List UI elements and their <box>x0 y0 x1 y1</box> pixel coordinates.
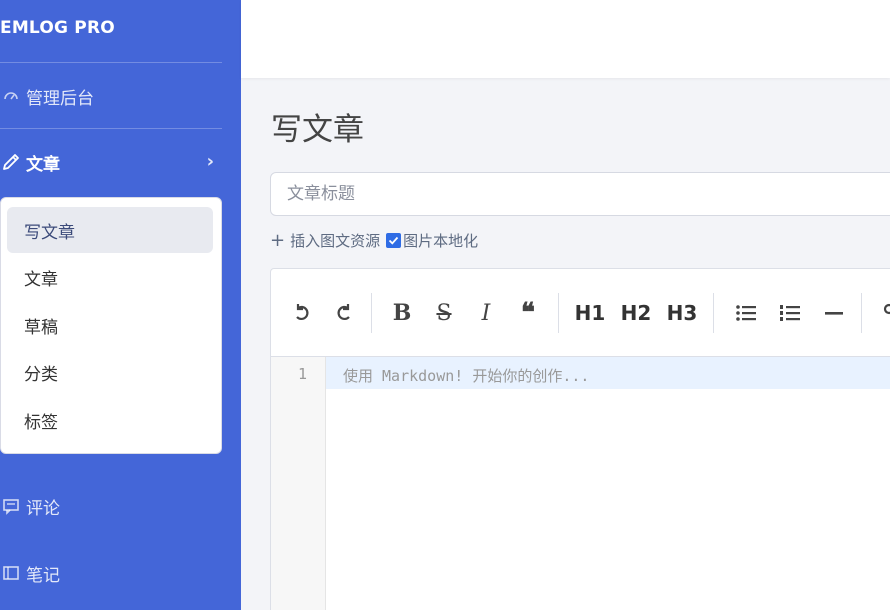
toolbar-separator <box>713 293 714 333</box>
strikethrough-icon[interactable]: S <box>431 299 457 327</box>
dashboard-icon <box>0 85 22 107</box>
submenu-item-label: 文章 <box>24 269 58 290</box>
sidebar-divider <box>0 128 222 129</box>
toolbar-separator <box>861 293 862 333</box>
sidebar-item-comments[interactable]: 评论 <box>0 486 230 526</box>
toolbar-separator <box>558 293 559 333</box>
sidebar-item-label: 笔记 <box>26 565 60 586</box>
submenu-item-label: 分类 <box>24 364 58 385</box>
heading-3-button[interactable]: H3 <box>665 299 699 327</box>
sidebar-item-label: 评论 <box>26 498 60 519</box>
localize-images-checkbox[interactable] <box>386 232 402 248</box>
horizontal-rule-icon[interactable] <box>821 299 847 327</box>
unordered-list-icon[interactable] <box>733 299 759 327</box>
articles-submenu: 写文章 文章 草稿 分类 标签 <box>0 197 222 454</box>
pencil-icon <box>0 151 22 173</box>
heading-2-button[interactable]: H2 <box>619 299 653 327</box>
ordered-list-icon[interactable] <box>777 299 803 327</box>
editor-toolbar: B S I ❝ H1 H2 H3 <box>271 269 890 357</box>
line-number: 1 <box>297 365 307 383</box>
italic-icon[interactable]: I <box>473 299 499 327</box>
submenu-item-tags[interactable]: 标签 <box>7 397 213 443</box>
brand-logo[interactable]: EMLOG PRO <box>0 18 115 38</box>
submenu-item-categories[interactable]: 分类 <box>7 349 213 395</box>
markdown-editor: B S I ❝ H1 H2 H3 1 使用 Markdown! 开始你的创作..… <box>270 268 890 610</box>
sidebar-item-label: 管理后台 <box>26 88 94 109</box>
submenu-item-label: 写文章 <box>24 222 75 243</box>
note-icon <box>0 562 22 584</box>
insert-resource-link[interactable]: 插入图文资源 <box>290 230 380 251</box>
undo-icon[interactable] <box>289 299 315 327</box>
line-number-gutter: 1 <box>271 357 326 610</box>
chevron-right-icon: › <box>206 151 214 172</box>
editor-placeholder[interactable]: 使用 Markdown! 开始你的创作... <box>343 365 589 386</box>
submenu-item-label: 标签 <box>24 412 58 433</box>
resource-row: + 插入图文资源 图片本地化 <box>270 229 478 251</box>
toolbar-separator <box>371 293 372 333</box>
redo-icon[interactable] <box>331 299 357 327</box>
heading-1-button[interactable]: H1 <box>573 299 607 327</box>
submenu-item-articles[interactable]: 文章 <box>7 254 213 300</box>
sidebar-item-dashboard[interactable]: 管理后台 <box>0 76 230 116</box>
sidebar-item-articles[interactable]: 文章 › <box>0 142 230 182</box>
sidebar: EMLOG PRO 管理后台 文章 › 写文章 文章 草稿 分类 标签 评论 笔… <box>0 0 241 610</box>
sidebar-item-label: 文章 <box>26 154 60 175</box>
localize-images-label: 图片本地化 <box>403 231 479 250</box>
page-title: 写文章 <box>271 112 364 148</box>
submenu-item-write-article[interactable]: 写文章 <box>7 207 213 253</box>
plus-icon: + <box>270 229 286 251</box>
submenu-item-label: 草稿 <box>24 317 58 338</box>
article-title-input[interactable] <box>270 172 890 216</box>
sidebar-divider <box>0 62 222 63</box>
link-icon[interactable] <box>877 299 890 327</box>
submenu-item-drafts[interactable]: 草稿 <box>7 302 213 348</box>
top-bar <box>241 0 890 78</box>
quote-icon[interactable]: ❝ <box>515 298 541 328</box>
bold-icon[interactable]: B <box>389 299 415 327</box>
sidebar-item-notes[interactable]: 笔记 <box>0 553 230 593</box>
comment-icon <box>0 495 22 517</box>
